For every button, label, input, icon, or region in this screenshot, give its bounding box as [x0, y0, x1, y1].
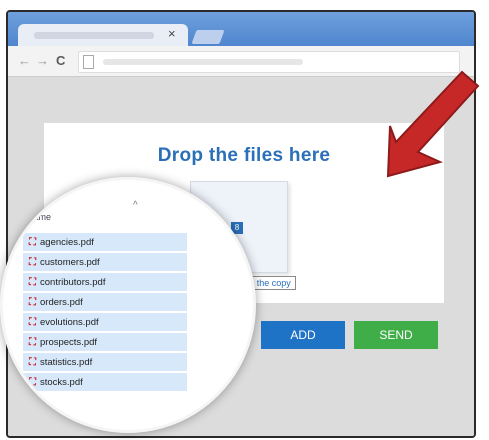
file-row-orders[interactable]: ⛶ orders.pdf — [23, 293, 187, 311]
new-tab-button[interactable] — [191, 30, 225, 44]
file-row-evolutions[interactable]: ⛶ evolutions.pdf — [23, 313, 187, 331]
file-row-prospects[interactable]: ⛶ prospects.pdf — [23, 333, 187, 351]
file-name: stocks.pdf — [40, 376, 83, 388]
file-name: orders.pdf — [40, 296, 83, 308]
sort-arrow-icon[interactable]: ^ — [133, 200, 138, 211]
forward-arrow-icon[interactable]: → — [36, 53, 49, 68]
file-row-statistics[interactable]: ⛶ statistics.pdf — [23, 353, 187, 371]
pdf-file-icon: ⛶ — [29, 356, 36, 368]
pdf-file-icon: ⛶ — [29, 296, 36, 308]
pdf-file-icon: ⛶ — [29, 256, 36, 268]
send-button[interactable]: SEND — [354, 321, 438, 349]
page-icon — [83, 55, 94, 69]
tab-title — [34, 32, 154, 39]
file-name: evolutions.pdf — [40, 316, 99, 328]
add-button[interactable]: ADD — [261, 321, 345, 349]
pdf-file-icon: ⛶ — [29, 316, 36, 328]
url-text — [103, 59, 303, 65]
file-name: prospects.pdf — [40, 336, 98, 348]
file-row-contributors[interactable]: ⛶ contributors.pdf — [23, 273, 187, 291]
pdf-file-icon: ⛶ — [29, 376, 36, 388]
pdf-file-icon: ⛶ — [29, 236, 36, 248]
callout-arrow-icon — [378, 50, 488, 180]
back-arrow-icon[interactable]: ← — [18, 53, 31, 68]
copy-hint-text: the copy — [256, 278, 291, 288]
file-name: statistics.pdf — [40, 356, 93, 368]
file-row-stocks[interactable]: ⛶ stocks.pdf — [23, 373, 187, 391]
file-name: customers.pdf — [40, 256, 100, 268]
file-list-magnifier: Name ^ ⛶ agencies.pdf ⛶ customers.pdf ⛶ … — [0, 177, 256, 433]
file-name: agencies.pdf — [40, 236, 94, 248]
file-name: contributors.pdf — [40, 276, 106, 288]
tab-bar: × — [8, 12, 474, 46]
browser-tab[interactable]: × — [18, 24, 188, 46]
file-row-customers[interactable]: ⛶ customers.pdf — [23, 253, 187, 271]
close-icon[interactable]: × — [168, 26, 176, 41]
pdf-file-icon: ⛶ — [29, 336, 36, 348]
reload-icon[interactable]: C — [56, 53, 65, 68]
column-header-name[interactable]: Name — [27, 212, 51, 222]
file-list: ⛶ agencies.pdf ⛶ customers.pdf ⛶ contrib… — [23, 233, 187, 393]
file-row-agencies[interactable]: ⛶ agencies.pdf — [23, 233, 187, 251]
pdf-file-icon: ⛶ — [29, 276, 36, 288]
